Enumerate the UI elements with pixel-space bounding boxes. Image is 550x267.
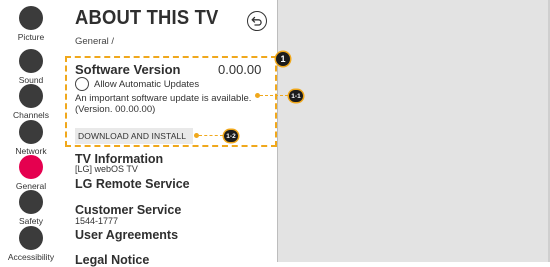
back-button[interactable] [247,11,267,31]
software-version-title: Software Version [75,62,181,77]
software-version-value: 0.00.00 [218,62,262,77]
picture-icon [19,6,43,30]
sidebar-item-label: Picture [17,32,45,42]
page-title: ABOUT THIS TV [75,7,219,29]
annotation-badge-update: 1-1 [289,90,303,102]
lg-remote-service-title[interactable]: LG Remote Service [75,177,190,191]
sidebar-item-channels[interactable]: Channels [0,84,62,120]
tv-information-value: [LG] webOS TV [75,164,138,174]
sidebar-item-safety[interactable]: Safety [0,190,62,226]
sidebar-item-network[interactable]: Network [0,120,62,156]
sidebar-item-accessibility[interactable]: Accessibility [0,226,62,262]
customer-service-title[interactable]: Customer Service [75,203,181,217]
sidebar-item-label: Channels [13,110,49,120]
sidebar-item-label: Safety [18,216,44,226]
channels-icon [19,84,43,108]
annotation-badge-main: 1 [276,52,290,66]
back-icon [251,16,262,26]
legal-notice-title[interactable]: Legal Notice [75,253,149,267]
sidebar-item-sound[interactable]: Sound [0,49,62,85]
sidebar-item-picture[interactable]: Picture [0,6,62,42]
customer-service-phone: 1544-1777 [75,216,119,226]
sidebar-item-general[interactable]: General [0,155,62,191]
callout-line-update [260,95,288,96]
accessibility-icon [19,226,43,250]
sidebar-item-label: Accessibility [7,252,55,262]
annotation-badge-download: 1-2 [224,130,238,142]
download-install-button[interactable]: DOWNLOAD AND INSTALL [75,128,193,144]
auto-update-label: Allow Automatic Updates [94,78,200,90]
update-notice: An important software update is availabl… [75,93,252,115]
callout-line-download [199,135,223,136]
breadcrumb: General / [75,36,115,47]
empty-preview-area [278,0,550,262]
network-icon [19,120,43,144]
user-agreements-title[interactable]: User Agreements [75,228,178,242]
safety-icon [19,190,43,214]
general-icon [19,155,43,179]
tv-settings-screen: Picture Sound Channels Network General S… [0,0,550,267]
auto-update-option[interactable]: Allow Automatic Updates [75,77,199,91]
auto-update-radio[interactable] [75,77,89,91]
settings-sidebar: Picture Sound Channels Network General S… [0,0,62,262]
sound-icon [19,49,43,73]
